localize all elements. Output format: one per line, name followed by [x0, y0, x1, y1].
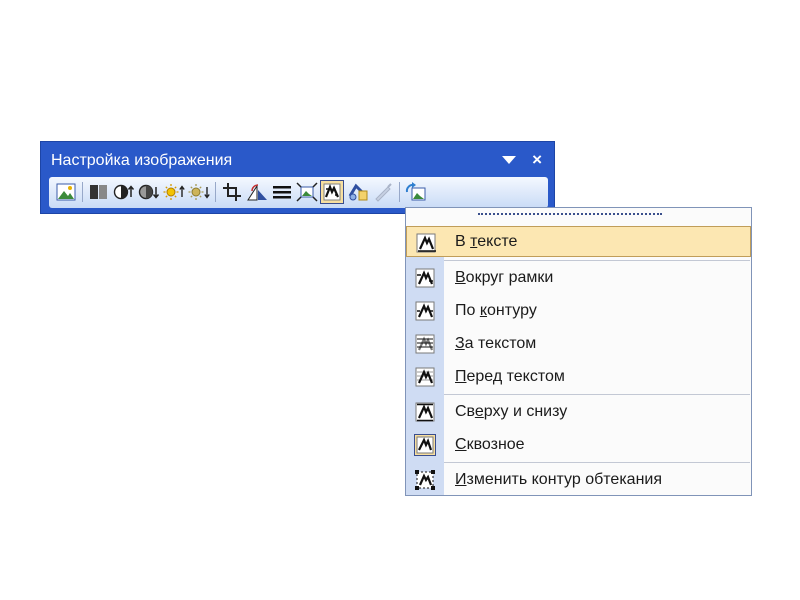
menu-item-top-and-bottom[interactable]: Сверху и снизу [406, 396, 751, 427]
wrap-top-bottom-icon [415, 402, 435, 422]
menu-item-label: По контуру [455, 302, 537, 319]
more-brightness-button[interactable] [162, 180, 186, 204]
rotate-left-icon [247, 184, 267, 201]
toolbar-separator [82, 182, 83, 202]
less-contrast-button[interactable] [137, 180, 161, 204]
menu-item-tight[interactable]: По контуру [406, 295, 751, 326]
more-contrast-button[interactable] [112, 180, 136, 204]
text-wrapping-icon [323, 183, 341, 201]
toolbar-separator [399, 182, 400, 202]
wrap-square-icon [415, 268, 435, 288]
less-brightness-button[interactable] [187, 180, 211, 204]
toolbar-title-bar[interactable]: Настройка изображения × [41, 142, 554, 177]
menu-item-inline-with-text[interactable]: В тексте [406, 226, 751, 257]
menu-separator [444, 394, 750, 395]
menu-item-label: Перед текстом [455, 368, 565, 385]
menu-item-label: Сверху и снизу [455, 403, 568, 420]
crop-icon [223, 183, 241, 201]
set-transparent-color-icon [375, 183, 392, 202]
less-contrast-icon [138, 184, 160, 200]
menu-item-label: В тексте [455, 233, 518, 250]
menu-separator [444, 462, 750, 463]
menu-item-label: За текстом [455, 335, 537, 352]
menu-separator [444, 260, 750, 261]
menu-item-through[interactable]: Сквозное [406, 429, 751, 460]
more-brightness-icon [163, 184, 185, 200]
reset-picture-icon [405, 182, 426, 201]
format-picture-button[interactable] [346, 180, 370, 204]
line-style-button[interactable] [270, 180, 294, 204]
close-button[interactable]: × [532, 150, 542, 170]
wrap-inline-icon [416, 233, 436, 253]
menu-item-behind-text[interactable]: За текстом [406, 328, 751, 359]
rotate-left-button[interactable] [245, 180, 269, 204]
text-wrapping-menu: В тексте Вокруг рамки По контуру За текс… [405, 207, 752, 496]
menu-item-edit-wrap-points[interactable]: Изменить контур обтекания [406, 464, 751, 495]
menu-item-label: Изменить контур обтекания [455, 471, 662, 488]
menu-drag-grip[interactable] [478, 213, 662, 215]
wrap-in-front-icon [415, 367, 435, 387]
dropdown-arrow-icon[interactable] [502, 156, 516, 164]
picture-toolbar-window: Настройка изображения × [40, 141, 555, 214]
toolbar-buttons-row [49, 177, 548, 208]
toolbar-title: Настройка изображения [51, 152, 233, 169]
reset-picture-button[interactable] [404, 180, 428, 204]
wrap-tight-icon [415, 301, 435, 321]
color-icon [90, 185, 107, 199]
menu-item-square[interactable]: Вокруг рамки [406, 262, 751, 293]
edit-wrap-points-icon [415, 470, 435, 490]
compress-pictures-button[interactable] [295, 180, 319, 204]
menu-item-in-front-of-text[interactable]: Перед текстом [406, 361, 751, 392]
compress-pictures-icon [296, 182, 318, 202]
text-wrapping-button[interactable] [320, 180, 344, 204]
insert-picture-button[interactable] [54, 180, 78, 204]
insert-picture-icon [56, 183, 76, 201]
line-style-icon [273, 186, 291, 199]
wrap-behind-text-icon [415, 334, 435, 354]
wrap-through-icon [414, 434, 436, 456]
more-contrast-icon [113, 184, 135, 200]
less-brightness-icon [188, 184, 210, 200]
toolbar-separator [215, 182, 216, 202]
menu-item-label: Вокруг рамки [455, 269, 554, 286]
format-picture-icon [348, 183, 368, 201]
color-button[interactable] [87, 180, 111, 204]
menu-item-label: Сквозное [455, 436, 525, 453]
crop-button[interactable] [220, 180, 244, 204]
set-transparent-color-button[interactable] [371, 180, 395, 204]
